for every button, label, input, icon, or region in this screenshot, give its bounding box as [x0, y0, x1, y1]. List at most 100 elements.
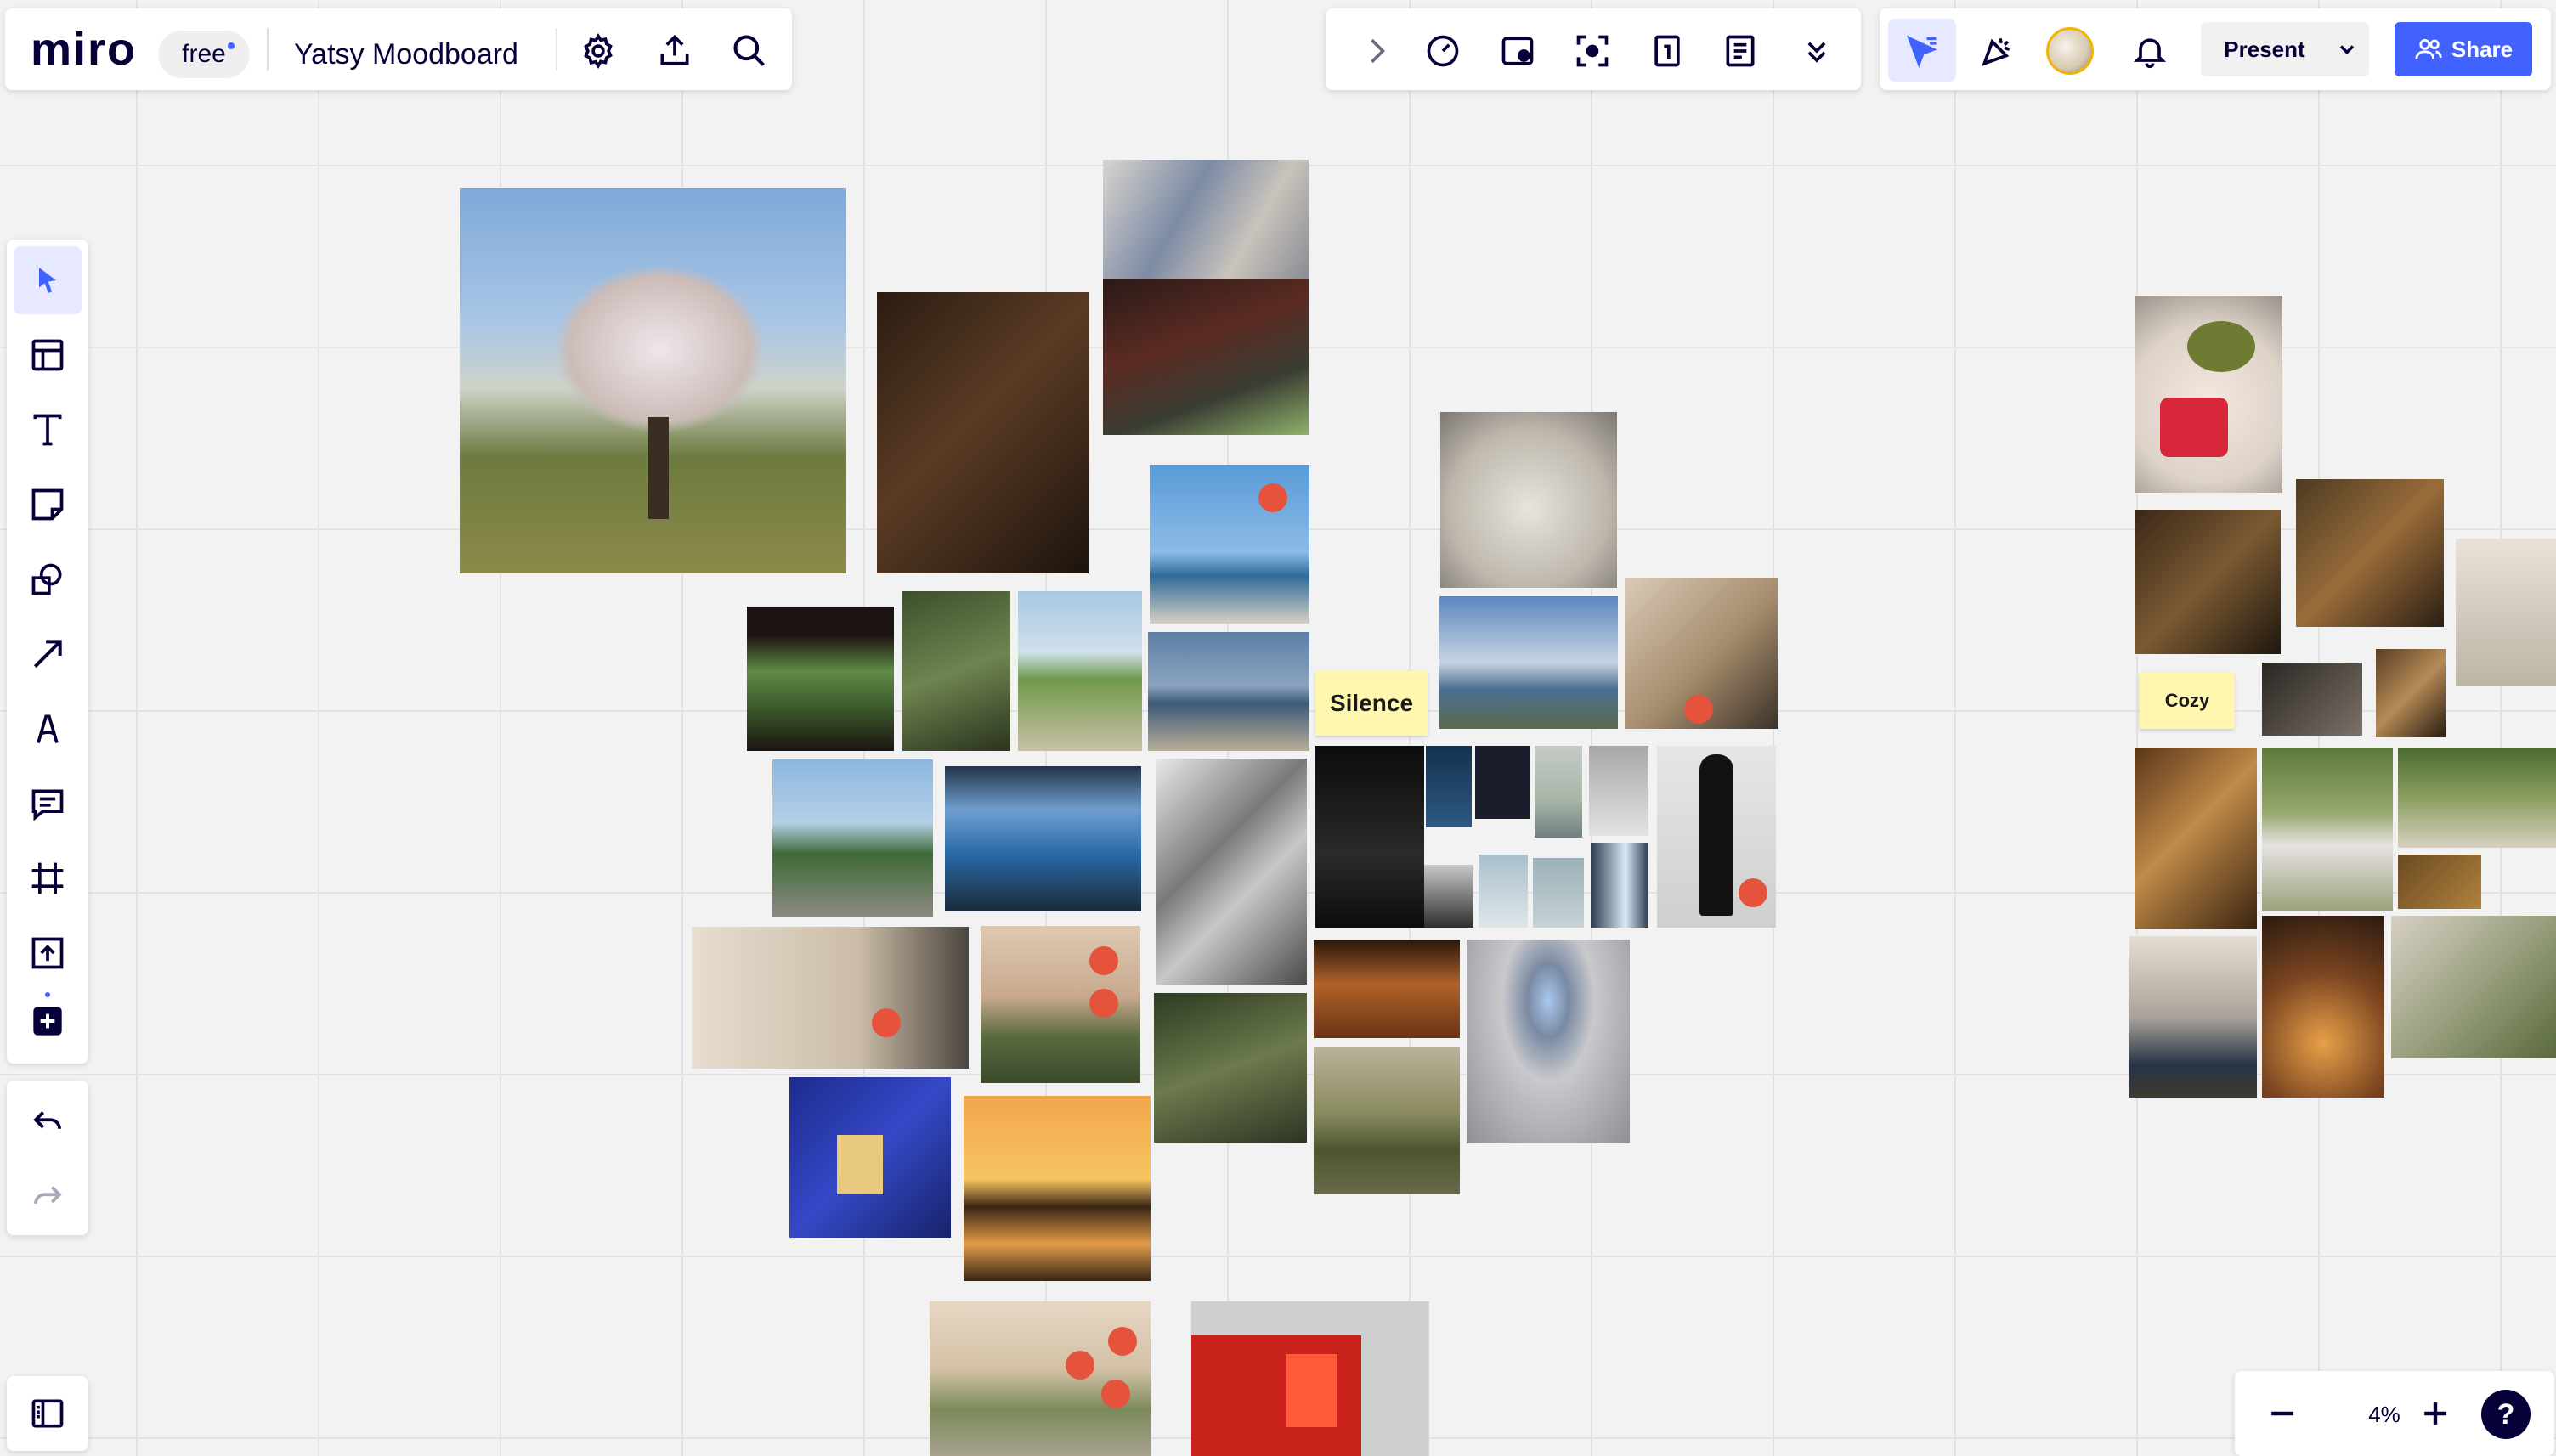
photo-wooden-chest[interactable]	[2398, 855, 2481, 909]
text-tool[interactable]	[14, 396, 82, 464]
sticky-note-label: Silence	[1329, 690, 1414, 716]
photo-stone-path[interactable]	[902, 591, 1010, 751]
photo-reading-nook[interactable]	[2129, 936, 2257, 1098]
marker-dot[interactable]	[1108, 1327, 1137, 1356]
shapes-tool[interactable]	[14, 545, 82, 613]
redo-button[interactable]	[14, 1162, 82, 1230]
miro-logo[interactable]: miro	[31, 26, 137, 72]
present-dropdown[interactable]	[2327, 22, 2369, 76]
photo-strawberry-cake[interactable]	[2135, 296, 2282, 493]
photo-red-window[interactable]	[1191, 1301, 1429, 1456]
photo-firewood[interactable]	[2376, 649, 2446, 737]
more-icon[interactable]	[1798, 32, 1835, 70]
zoom-in-button[interactable]	[2417, 1395, 2454, 1432]
photo-blue-house[interactable]	[789, 1077, 951, 1238]
settings-icon[interactable]	[580, 32, 617, 70]
photo-coastal-road[interactable]	[772, 759, 933, 917]
attention-icon[interactable]	[1574, 32, 1611, 70]
share-button[interactable]: Share	[2395, 22, 2532, 76]
reactions-icon[interactable]	[1978, 32, 2016, 70]
line-tool[interactable]	[14, 620, 82, 688]
photo-colorful-room[interactable]	[1625, 578, 1778, 729]
zoom-out-button[interactable]	[2264, 1395, 2301, 1432]
panels-toggle-button[interactable]	[7, 1376, 88, 1451]
photo-misty-shore[interactable]	[1535, 746, 1582, 838]
photo-river-willow[interactable]	[930, 1301, 1151, 1456]
zoom-level[interactable]: 4%	[2342, 1402, 2427, 1428]
photo-black-dress[interactable]	[1657, 746, 1776, 928]
photo-oculus-room[interactable]	[1467, 940, 1630, 1143]
comment-tool[interactable]	[14, 770, 82, 838]
photo-neon-stairs[interactable]	[1103, 279, 1309, 435]
creation-toolbar	[7, 240, 88, 1064]
photo-lonely-figure[interactable]	[1479, 855, 1528, 928]
photo-dark-corner[interactable]	[2262, 663, 2362, 736]
photo-light-corridor[interactable]	[1591, 843, 1648, 928]
card-icon[interactable]	[1648, 32, 1686, 70]
photo-stepping-stones[interactable]	[1154, 993, 1307, 1143]
figure-silhouette	[1699, 754, 1733, 916]
photo-sunset-hill[interactable]	[964, 1096, 1151, 1281]
templates-tool[interactable]	[14, 321, 82, 389]
marker-dot[interactable]	[1684, 695, 1713, 724]
chevron-right-icon[interactable]	[1358, 32, 1395, 70]
photo-dark-poster[interactable]	[1315, 746, 1424, 928]
photo-tulip-vase[interactable]	[2296, 479, 2444, 627]
sticky-note-tool[interactable]	[14, 471, 82, 539]
upload-tool[interactable]	[14, 919, 82, 987]
photo-grey-haze[interactable]	[1589, 746, 1648, 836]
photo-figures-bw[interactable]	[1424, 865, 1473, 928]
photo-sea-horizon[interactable]	[1148, 632, 1309, 751]
photo-window-view[interactable]	[747, 607, 894, 751]
marker-dot[interactable]	[1089, 946, 1118, 975]
marker-dot[interactable]	[1089, 989, 1118, 1018]
photo-lake-willow[interactable]	[981, 926, 1140, 1083]
undo-button[interactable]	[14, 1087, 82, 1155]
marker-dot[interactable]	[1258, 483, 1287, 512]
board-title[interactable]: Yatsy Moodboard	[294, 37, 518, 71]
photo-park-trees[interactable]	[1314, 1047, 1460, 1194]
present-button-label: Present	[2224, 36, 2305, 62]
photo-antique-shop[interactable]	[2135, 748, 2257, 929]
sticky-note-cozy[interactable]: Cozy	[2140, 673, 2235, 729]
photo-white-shelf[interactable]	[2456, 539, 2556, 686]
photo-night-alley[interactable]	[877, 292, 1089, 573]
search-icon[interactable]	[731, 32, 768, 70]
photo-dark-window[interactable]	[1475, 746, 1530, 819]
notes-icon[interactable]	[1722, 32, 1759, 70]
sticky-note-silence[interactable]: Silence	[1315, 671, 1428, 736]
photo-bedroom-plants[interactable]	[2391, 916, 2556, 1058]
timer-icon[interactable]	[1424, 32, 1462, 70]
frame-tool[interactable]	[14, 844, 82, 912]
marker-dot[interactable]	[872, 1008, 901, 1037]
photo-cloaked-figure[interactable]	[1533, 858, 1584, 928]
marker-dot[interactable]	[1101, 1380, 1130, 1408]
photo-palm-beach[interactable]	[1150, 465, 1309, 624]
select-tool[interactable]	[14, 246, 82, 314]
marker-dot[interactable]	[1066, 1351, 1094, 1380]
photo-green-path[interactable]	[1018, 591, 1142, 751]
photo-cozy-cafe[interactable]	[2135, 510, 2281, 654]
photo-curtain-room[interactable]	[692, 927, 969, 1069]
photo-cherry-tree[interactable]	[460, 188, 846, 573]
avatar[interactable]	[2046, 27, 2094, 75]
plan-badge[interactable]: free	[158, 31, 250, 78]
photo-blue-night[interactable]	[1426, 746, 1472, 827]
photo-lace-dress[interactable]	[2262, 748, 2393, 911]
more-apps-tool[interactable]	[14, 987, 82, 1055]
photo-graffiti-wall[interactable]	[1103, 160, 1309, 279]
photo-pearl-sand[interactable]	[1440, 412, 1617, 588]
voting-icon[interactable]	[1499, 32, 1536, 70]
photo-crowd-blur[interactable]	[1156, 759, 1307, 985]
photo-candles[interactable]	[2262, 916, 2384, 1098]
bell-icon[interactable]	[2131, 32, 2169, 70]
photo-theater-seats[interactable]	[1314, 940, 1460, 1038]
marker-dot[interactable]	[1739, 878, 1767, 907]
cursor-tool[interactable]	[1888, 19, 1956, 82]
photo-picnic-girls[interactable]	[2398, 748, 2556, 848]
photo-arched-window[interactable]	[945, 766, 1141, 911]
help-button[interactable]: ?	[2481, 1390, 2531, 1439]
photo-river-bridge[interactable]	[1439, 596, 1618, 729]
export-icon[interactable]	[656, 32, 693, 70]
pen-tool[interactable]	[14, 695, 82, 763]
